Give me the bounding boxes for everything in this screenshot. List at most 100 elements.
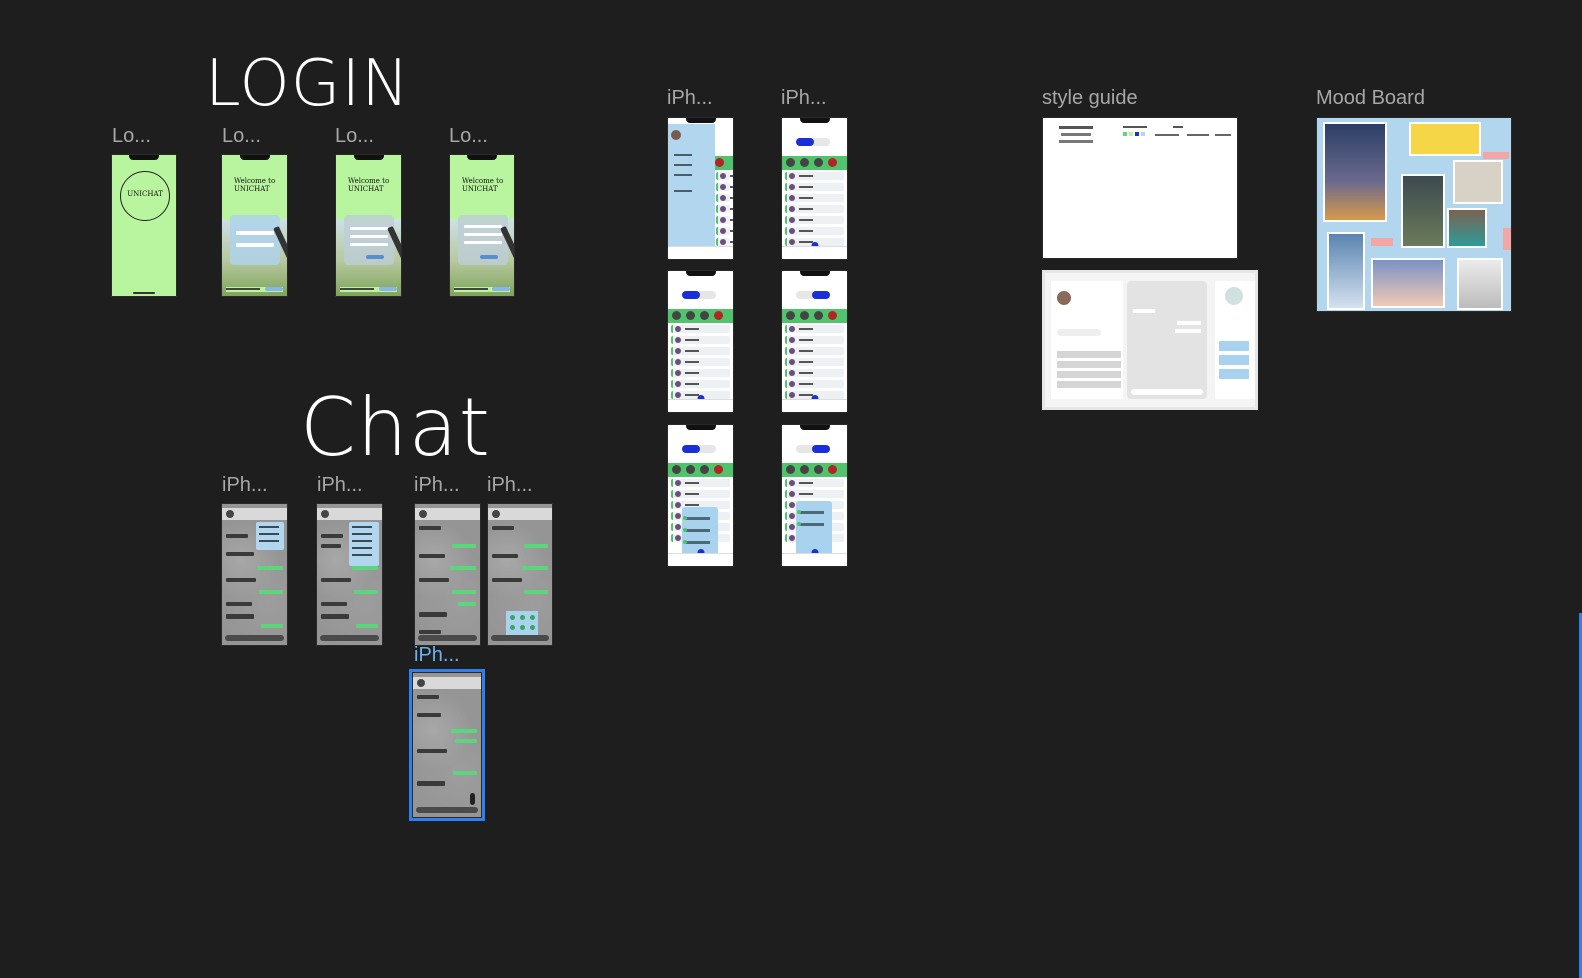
chat-frame-5[interactable] [409,669,485,821]
frame-label-login-3[interactable]: Lo... [335,126,374,146]
attachment-panel[interactable] [506,611,538,635]
frame-label-list-1[interactable]: iPh... [667,88,713,108]
frame-label-login-4[interactable]: Lo... [449,126,488,146]
frame-label-chat-2[interactable]: iPh... [317,475,363,495]
contact-avatar [321,510,329,518]
frame-label-style-guide[interactable]: style guide [1042,88,1138,108]
chat-list-frame-5[interactable] [781,270,848,413]
message-input[interactable] [1131,389,1203,395]
signin-footer [340,287,397,292]
chats-groups-toggle[interactable] [796,138,830,146]
desktop-profile-panel [1215,281,1255,399]
login-footer [454,287,510,292]
phone-notch [129,155,159,160]
waves-photo [1327,232,1365,310]
chat-header [415,508,480,520]
frame-label-chat-3[interactable]: iPh... [414,475,460,495]
retro-devices-photo [1453,160,1503,204]
username-field[interactable] [350,227,388,230]
search-input[interactable] [1057,329,1101,336]
login-frame-3[interactable]: Welcome to UNICHAT [335,154,402,297]
home-indicator [133,292,155,294]
login-frame-4[interactable]: Welcome to UNICHAT [449,154,515,297]
welcome-title: Welcome to UNICHAT [462,177,504,193]
chat-header [222,508,287,520]
username-field[interactable] [236,231,274,235]
message-input[interactable] [416,807,478,813]
chat-header [413,677,481,689]
chats-groups-toggle[interactable] [682,445,716,453]
chats-groups-toggle[interactable] [682,291,716,299]
side-drawer[interactable] [668,124,715,259]
login-frame-2[interactable]: Welcome to UNICHAT [221,154,288,297]
phone-notch [685,425,716,430]
contact-avatar [226,510,234,518]
sculpture-photo [1457,258,1503,310]
desktop-sidebar [1051,281,1123,399]
chats-groups-toggle[interactable] [796,445,830,453]
house-photo [1401,174,1445,248]
chat-list-frame-2[interactable] [667,270,734,413]
sticky-note [1503,228,1511,250]
contact-avatar [1225,287,1243,305]
login-frame-1[interactable]: UNICHAT [111,154,177,297]
bottom-nav [668,246,733,259]
frame-label-mood-board[interactable]: Mood Board [1316,88,1425,108]
contact-avatar [492,510,500,518]
chat-frame-4[interactable] [487,503,553,646]
chat-options-menu[interactable] [349,522,379,566]
password-field[interactable] [236,243,274,247]
signup-submit-button[interactable] [480,255,498,259]
fonts-group [1155,124,1235,142]
login-button[interactable] [492,287,510,291]
phone-notch [799,271,830,276]
chat-header [488,508,552,520]
unichat-logo: UNICHAT [120,171,170,221]
desktop-conversation [1127,281,1207,399]
chat-header [317,508,382,520]
chat-list-frame-6[interactable] [781,424,848,567]
mood-board-frame[interactable] [1316,117,1512,312]
frame-label-chat-1[interactable]: iPh... [222,475,268,495]
chat-frame-3[interactable] [414,503,481,646]
password-field[interactable] [464,241,502,244]
profile-avatar [1057,291,1071,305]
chat-frame-1[interactable] [221,503,288,646]
message-input[interactable] [491,635,549,641]
password-field[interactable] [350,243,388,246]
phone-notch [467,155,497,160]
bottom-nav [782,246,847,259]
message-input[interactable] [320,635,379,641]
phone-notch [239,155,270,160]
frame-label-login-1[interactable]: Lo... [112,126,151,146]
chat-list-frame-4[interactable] [781,117,848,260]
chat-frame-2[interactable] [316,503,383,646]
icons-group [1057,124,1099,146]
chat-list-frame-3[interactable] [667,424,734,567]
logo-text: UNICHAT [127,190,163,198]
frame-label-list-2[interactable]: iPh... [781,88,827,108]
bottom-nav [668,399,733,412]
stories-bar [668,463,733,477]
style-guide-frame[interactable] [1042,117,1238,259]
email-field[interactable] [350,235,388,238]
frame-label-chat-5[interactable]: iPh... [414,645,460,665]
signup-button[interactable] [265,287,283,291]
chats-groups-toggle[interactable] [796,291,830,299]
chat-list-frame-drawer[interactable] [667,117,734,260]
desktop-chat-frame[interactable] [1042,270,1258,410]
sticky-note [1371,238,1393,246]
register-button[interactable] [366,255,384,259]
welcome-title: Welcome to UNICHAT [348,177,390,193]
message-input[interactable] [225,635,284,641]
login-card [230,215,280,265]
signin-button[interactable] [379,287,397,291]
email-field[interactable] [464,233,502,236]
section-title-login: LOGIN [205,47,411,121]
frame-label-chat-4[interactable]: iPh... [487,475,533,495]
message-input[interactable] [418,635,477,641]
chat-options-menu[interactable] [256,522,284,550]
username-field[interactable] [464,225,502,228]
welcome-title: Welcome to UNICHAT [234,177,276,193]
frame-label-login-2[interactable]: Lo... [222,126,261,146]
